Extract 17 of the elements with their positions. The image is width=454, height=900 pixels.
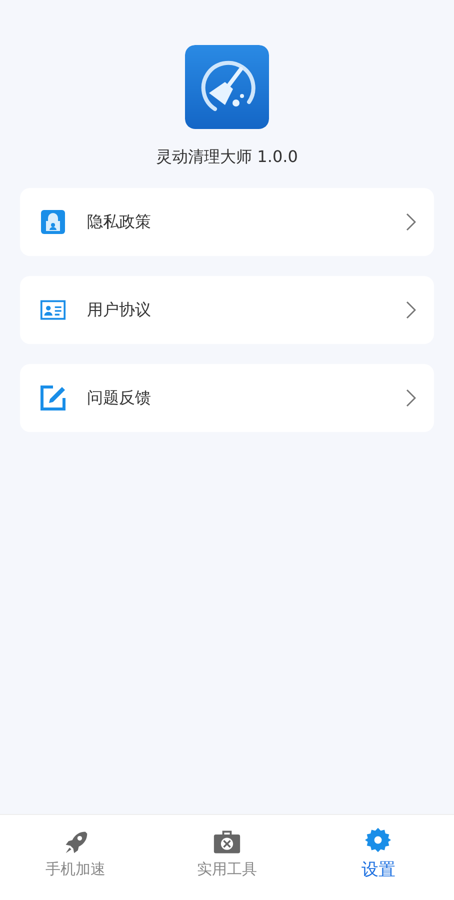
menu-label: 用户协议 bbox=[87, 300, 152, 320]
edit-icon bbox=[40, 385, 66, 411]
nav-tab[interactable]: 实用工具 bbox=[151, 815, 303, 900]
nav-tab[interactable]: 设置 bbox=[302, 815, 454, 900]
app-title: 灵动清理大师 1.0.0 bbox=[156, 147, 298, 168]
menu-label: 隐私政策 bbox=[87, 212, 152, 232]
chevron-right-icon bbox=[406, 301, 416, 319]
lock-person-icon bbox=[40, 209, 66, 235]
chevron-right-icon bbox=[406, 213, 416, 231]
settings-icon bbox=[364, 826, 392, 852]
toolbox-icon bbox=[212, 828, 241, 854]
menu-item[interactable]: 用户协议 bbox=[20, 276, 434, 344]
menu-item[interactable]: 隐私政策 bbox=[20, 188, 434, 256]
nav-tab[interactable]: 手机加速 bbox=[0, 815, 152, 900]
chevron-right-icon bbox=[406, 389, 416, 407]
menu-label: 问题反馈 bbox=[87, 388, 152, 408]
menu-item[interactable]: 问题反馈 bbox=[20, 364, 434, 432]
